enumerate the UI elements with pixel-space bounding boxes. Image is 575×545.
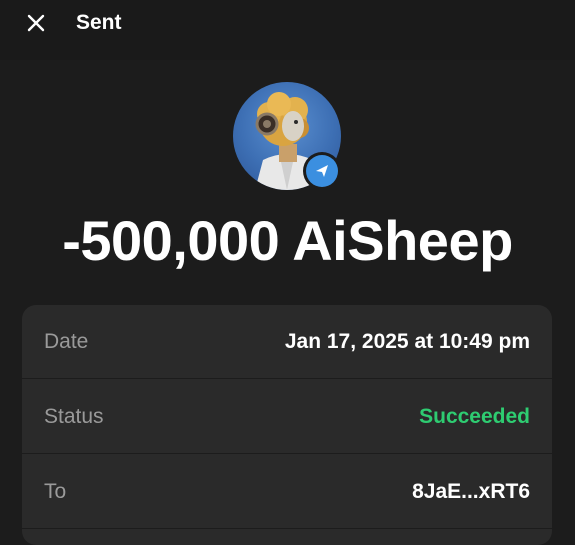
close-button[interactable]	[24, 11, 48, 35]
to-label: To	[44, 480, 67, 503]
send-badge	[303, 152, 341, 190]
top-bar: Sent	[0, 0, 575, 60]
date-label: Date	[44, 330, 89, 353]
status-label: Status	[44, 405, 104, 428]
detail-row-date: Date Jan 17, 2025 at 10:49 pm	[22, 305, 552, 379]
page-title: Sent	[76, 11, 122, 34]
transaction-amount: -500,000 AiSheep	[62, 209, 513, 272]
detail-row-to[interactable]: To 8JaE...xRT6	[22, 455, 552, 529]
detail-row-status: Status Succeeded	[22, 380, 552, 454]
date-value: Jan 17, 2025 at 10:49 pm	[284, 330, 530, 353]
close-icon	[27, 14, 45, 32]
details-card: Date Jan 17, 2025 at 10:49 pm Status Suc…	[22, 305, 552, 545]
send-arrow-icon	[316, 165, 328, 177]
token-avatar	[233, 82, 341, 190]
status-value: Succeeded	[419, 405, 530, 428]
to-address[interactable]: 8JaE...xRT6	[412, 455, 530, 529]
